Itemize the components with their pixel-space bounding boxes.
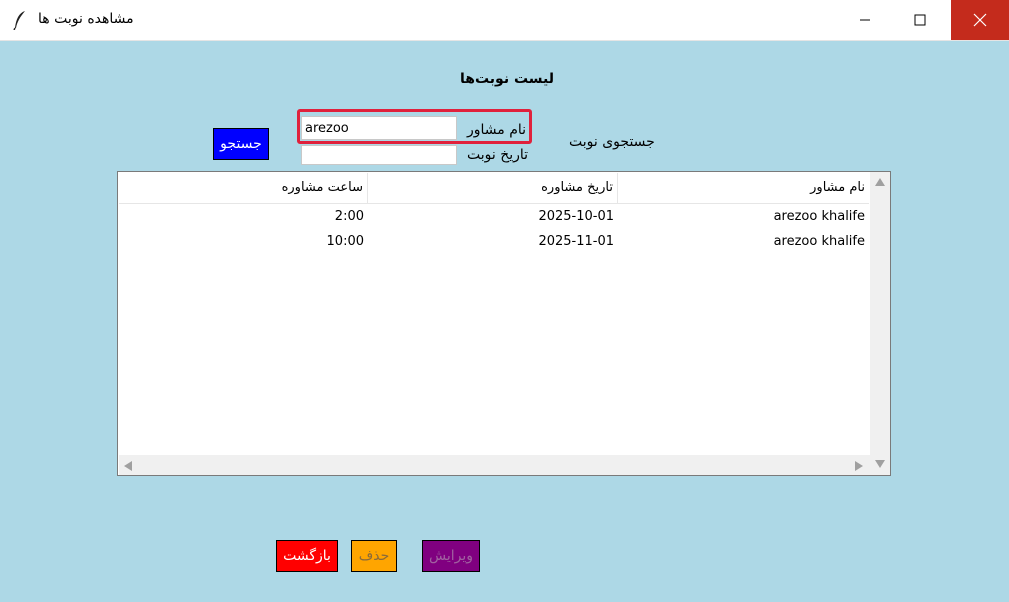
appointment-date-input[interactable] — [301, 145, 457, 165]
maximize-icon — [914, 14, 926, 26]
scroll-down-icon[interactable] — [875, 460, 885, 468]
appointments-table[interactable]: ساعت مشاوره تاریخ مشاوره نام مشاور 2:00 … — [117, 171, 891, 476]
cell-date: 2025-10-01 — [538, 209, 614, 224]
search-section-label: جستجوی نوبت — [569, 134, 655, 150]
table-row[interactable]: 2:00 2025-10-01 arezoo khalife — [119, 204, 869, 229]
delete-button[interactable]: حذف — [351, 540, 397, 572]
horizontal-scrollbar[interactable] — [119, 455, 870, 475]
page-title: لیست نوبت‌ها — [460, 71, 554, 87]
scroll-right-icon[interactable] — [855, 461, 863, 471]
consultant-name-label: نام مشاور — [467, 122, 527, 138]
cell-date: 2025-11-01 — [538, 234, 614, 249]
back-button[interactable]: بازگشت — [276, 540, 338, 572]
close-icon — [973, 13, 987, 27]
scroll-up-icon[interactable] — [875, 178, 885, 186]
feather-icon — [13, 11, 25, 30]
edit-button[interactable]: ویرایش — [422, 540, 480, 572]
cell-time: 10:00 — [326, 234, 364, 249]
scroll-left-icon[interactable] — [124, 461, 132, 471]
search-button[interactable]: جستجو — [213, 128, 269, 160]
cell-name: arezoo khalife — [773, 234, 865, 249]
column-header-name[interactable]: نام مشاور — [618, 173, 869, 203]
appointment-date-label: تاریخ نوبت — [467, 147, 529, 163]
cell-time: 2:00 — [334, 209, 364, 224]
window-title: مشاهده نوبت ها — [38, 11, 134, 27]
column-header-date[interactable]: تاریخ مشاوره — [368, 173, 618, 203]
title-bar: مشاهده نوبت ها — [0, 0, 1009, 41]
table-row[interactable]: 10:00 2025-11-01 arezoo khalife — [119, 229, 869, 254]
close-button[interactable] — [951, 0, 1009, 40]
cell-name: arezoo khalife — [773, 209, 865, 224]
consultant-name-input[interactable] — [301, 116, 457, 140]
column-header-time[interactable]: ساعت مشاوره — [119, 173, 368, 203]
table-header: ساعت مشاوره تاریخ مشاوره نام مشاور — [119, 173, 869, 204]
minimize-button[interactable] — [842, 0, 888, 40]
main-window-content: لیست نوبت‌ها جستجوی نوبت نام مشاور تاریخ… — [0, 41, 1009, 602]
maximize-button[interactable] — [897, 0, 943, 40]
vertical-scrollbar[interactable] — [870, 172, 890, 475]
minimize-icon — [860, 19, 870, 21]
